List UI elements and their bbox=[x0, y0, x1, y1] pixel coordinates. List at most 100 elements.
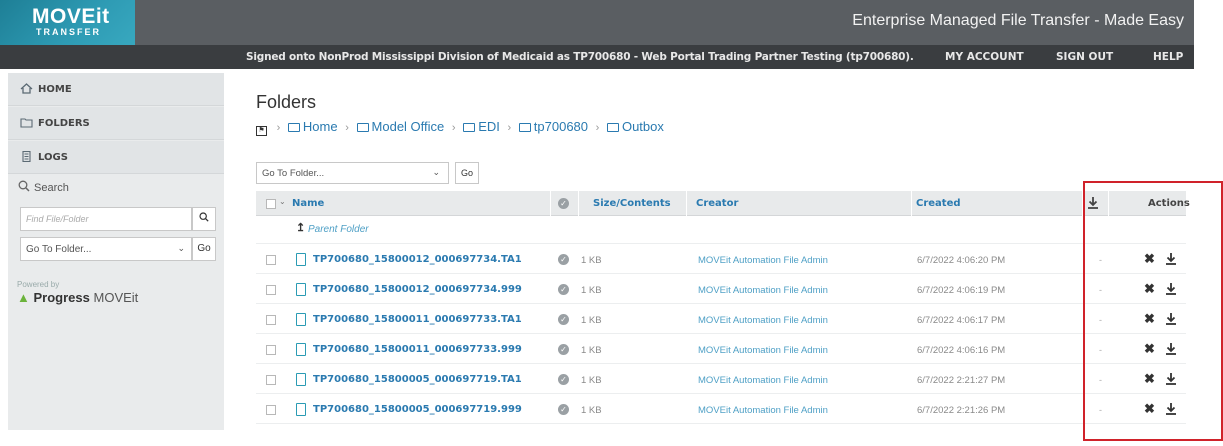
creator-link[interactable]: MOVEit Automation File Admin bbox=[698, 285, 828, 296]
column-divider bbox=[578, 191, 579, 216]
sign-out-link[interactable]: SIGN OUT bbox=[1056, 51, 1113, 63]
find-file-folder-input[interactable]: Find File/Folder bbox=[20, 207, 192, 231]
breadcrumb: ⚑ › Home › Model Office › EDI › tp700680… bbox=[256, 119, 664, 136]
breadcrumb-outbox[interactable]: Outbox bbox=[606, 119, 664, 134]
top-header: MOVEit TRANSFER Enterprise Managed File … bbox=[0, 0, 1194, 45]
check-icon: ✓ bbox=[558, 254, 569, 265]
powered-by-block: Powered by ▲ Progress MOVEit bbox=[17, 280, 138, 305]
column-header-size[interactable]: Size/Contents bbox=[593, 198, 671, 209]
column-header-created[interactable]: Created bbox=[916, 198, 961, 209]
search-label: Search bbox=[34, 182, 69, 194]
created-date: 6/7/2022 2:21:27 PM bbox=[917, 375, 1006, 386]
breadcrumb-edi[interactable]: EDI bbox=[463, 119, 500, 134]
sidebar-item-home[interactable]: HOME bbox=[8, 73, 224, 106]
column-divider bbox=[686, 191, 687, 216]
creator-link[interactable]: MOVEit Automation File Admin bbox=[698, 375, 828, 386]
sidebar-goto-value: Go To Folder... bbox=[26, 244, 92, 255]
chevron-right-icon: › bbox=[595, 122, 600, 134]
breadcrumb-model-office[interactable]: Model Office bbox=[356, 119, 445, 134]
row-checkbox[interactable] bbox=[266, 405, 276, 415]
row-checkbox[interactable] bbox=[266, 315, 276, 325]
moveit-logo[interactable]: MOVEit TRANSFER bbox=[0, 0, 135, 45]
created-date: 6/7/2022 4:06:16 PM bbox=[917, 345, 1006, 356]
breadcrumb-label: Home bbox=[302, 119, 338, 134]
goto-folder-select[interactable]: Go To Folder... ⌄ bbox=[256, 162, 449, 184]
parent-folder-link[interactable]: Parent Folder bbox=[308, 224, 369, 235]
check-icon: ✓ bbox=[558, 284, 569, 295]
table-row: TP700680_15800011_000697733.999 ✓ 1 KB M… bbox=[256, 336, 1186, 364]
creator-link[interactable]: MOVEit Automation File Admin bbox=[698, 315, 828, 326]
search-icon bbox=[199, 212, 209, 224]
search-button[interactable] bbox=[192, 207, 216, 231]
column-header-name[interactable]: Name bbox=[292, 198, 324, 209]
signed-on-text: Signed onto NonProd Mississippi Division… bbox=[246, 51, 914, 63]
creator-link[interactable]: MOVEit Automation File Admin bbox=[698, 345, 828, 356]
select-all-checkbox[interactable] bbox=[266, 199, 276, 209]
file-name-link[interactable]: TP700680_15800005_000697719.999 bbox=[313, 404, 522, 415]
help-link[interactable]: HELP bbox=[1153, 51, 1183, 63]
file-name-link[interactable]: TP700680_15800005_000697719.TA1 bbox=[313, 374, 522, 385]
powered-by-text: Powered by bbox=[17, 280, 60, 289]
file-icon bbox=[296, 343, 306, 356]
breadcrumb-label: tp700680 bbox=[533, 119, 589, 134]
file-size: 1 KB bbox=[581, 405, 602, 416]
file-size: 1 KB bbox=[581, 285, 602, 296]
file-size: 1 KB bbox=[581, 315, 602, 326]
file-name-link[interactable]: TP700680_15800011_000697733.TA1 bbox=[313, 314, 522, 325]
folder-icon bbox=[287, 123, 300, 132]
created-date: 6/7/2022 4:06:19 PM bbox=[917, 285, 1006, 296]
search-section-header: Search bbox=[8, 177, 224, 201]
file-icon bbox=[296, 253, 306, 266]
tagline: Enterprise Managed File Transfer - Made … bbox=[852, 12, 1184, 29]
up-arrow-icon: ↥ bbox=[296, 222, 306, 234]
folder-icon bbox=[20, 117, 33, 128]
parent-folder-row[interactable]: ↥ Parent Folder bbox=[256, 216, 1186, 244]
row-checkbox[interactable] bbox=[266, 285, 276, 295]
status-bar: Signed onto NonProd Mississippi Division… bbox=[0, 45, 1194, 69]
brand-progress: Progress bbox=[33, 290, 90, 305]
folder-icon bbox=[606, 123, 619, 132]
sidebar-item-folders[interactable]: FOLDERS bbox=[8, 107, 224, 140]
file-name-link[interactable]: TP700680_15800012_000697734.TA1 bbox=[313, 254, 522, 265]
created-date: 6/7/2022 4:06:17 PM bbox=[917, 315, 1006, 326]
my-account-link[interactable]: MY ACCOUNT bbox=[945, 51, 1024, 63]
sidebar-go-button[interactable]: Go bbox=[192, 237, 216, 261]
column-divider bbox=[911, 191, 912, 216]
creator-link[interactable]: MOVEit Automation File Admin bbox=[698, 255, 828, 266]
file-name-link[interactable]: TP700680_15800012_000697734.999 bbox=[313, 284, 522, 295]
table-row: TP700680_15800005_000697719.TA1 ✓ 1 KB M… bbox=[256, 366, 1186, 394]
folder-icon bbox=[356, 123, 369, 132]
chevron-right-icon: › bbox=[276, 122, 281, 134]
column-header-creator[interactable]: Creator bbox=[696, 198, 738, 209]
chevron-right-icon: › bbox=[507, 122, 512, 134]
file-icon bbox=[296, 403, 306, 416]
sidebar: HOME FOLDERS LOGS Search Find File/Folde… bbox=[8, 73, 224, 430]
file-name-link[interactable]: TP700680_15800011_000697733.999 bbox=[313, 344, 522, 355]
row-checkbox[interactable] bbox=[266, 255, 276, 265]
status-column-icon[interactable]: ✓ bbox=[558, 198, 569, 209]
folder-icon bbox=[518, 123, 531, 132]
sidebar-goto-folder-select[interactable]: Go To Folder... ⌄ bbox=[20, 237, 192, 261]
file-icon bbox=[296, 313, 306, 326]
chevron-down-icon[interactable]: ⌄ bbox=[279, 197, 286, 206]
search-icon bbox=[18, 180, 30, 195]
column-divider bbox=[550, 191, 551, 216]
table-header: ⌄ Name ✓ Size/Contents Creator Created A… bbox=[256, 191, 1190, 216]
progress-moveit-logo: ▲ Progress MOVEit bbox=[17, 290, 138, 305]
breadcrumb-label: Outbox bbox=[621, 119, 664, 134]
file-size: 1 KB bbox=[581, 255, 602, 266]
go-button[interactable]: Go bbox=[455, 162, 479, 184]
logo-sub-text: TRANSFER bbox=[36, 27, 101, 37]
flag-icon[interactable]: ⚑ bbox=[256, 126, 267, 136]
sidebar-item-logs[interactable]: LOGS bbox=[8, 141, 224, 174]
file-size: 1 KB bbox=[581, 345, 602, 356]
check-icon: ✓ bbox=[558, 344, 569, 355]
creator-link[interactable]: MOVEit Automation File Admin bbox=[698, 405, 828, 416]
breadcrumb-label: Model Office bbox=[371, 119, 445, 134]
row-checkbox[interactable] bbox=[266, 375, 276, 385]
breadcrumb-tp700680[interactable]: tp700680 bbox=[518, 119, 589, 134]
breadcrumb-home[interactable]: Home bbox=[287, 119, 338, 134]
check-icon: ✓ bbox=[558, 314, 569, 325]
chevron-down-icon: ⌄ bbox=[177, 243, 185, 253]
row-checkbox[interactable] bbox=[266, 345, 276, 355]
